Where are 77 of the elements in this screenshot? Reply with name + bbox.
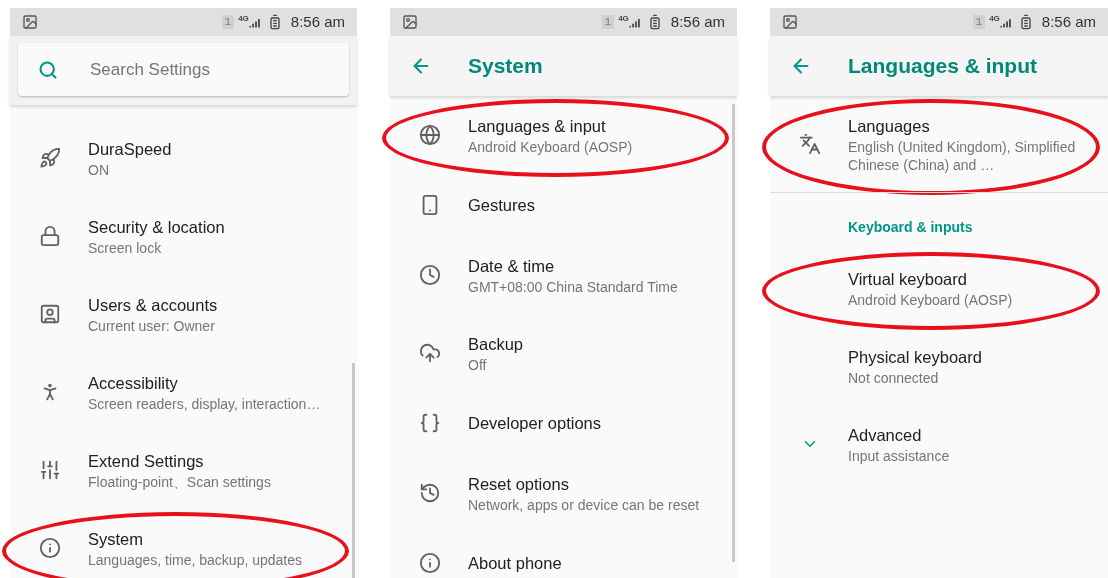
sim-indicator: 1: [601, 15, 615, 29]
status-time: 8:56 am: [1041, 11, 1096, 32]
user-card-icon: [39, 303, 61, 325]
status-time: 8:56 am: [670, 11, 725, 32]
image-icon: [782, 14, 798, 30]
item-summary: Android Keyboard (AOSP): [468, 137, 633, 156]
item-title: Developer options: [468, 413, 601, 434]
image-icon: [402, 14, 418, 30]
item-summary: Not connected: [848, 368, 940, 387]
settings-item[interactable]: About phone: [390, 532, 737, 578]
item-summary: English (United Kingdom), Simplified Chinese (China) and …: [848, 137, 1077, 174]
info-icon: [39, 537, 61, 559]
settings-item[interactable]: Developer options: [390, 392, 737, 454]
item-title: Languages: [848, 115, 931, 137]
settings-item[interactable]: Accessibility Screen readers, display, interaction…: [10, 353, 357, 431]
item-title: Physical keyboard: [848, 346, 982, 368]
translate-icon: [799, 133, 821, 155]
item-summary: Current user: Owner: [88, 316, 216, 335]
sim-indicator: 1: [972, 15, 986, 29]
settings-item[interactable]: Security & location Screen lock: [10, 197, 357, 275]
item-title: Backup: [468, 333, 524, 355]
status-time: 8:56 am: [290, 11, 345, 32]
globe-icon: [419, 124, 441, 146]
settings-item[interactable]: Backup Off: [390, 314, 737, 392]
item-summary: Screen lock: [88, 238, 163, 257]
settings-item[interactable]: Reset options Network, apps or device can be reset: [390, 454, 737, 532]
settings-item[interactable]: Languages & input Android Keyboard (AOSP): [390, 96, 737, 174]
screen-title: Languages & input: [848, 53, 1037, 80]
search-field[interactable]: Search Settings: [18, 43, 349, 96]
sim-indicator: 1: [221, 15, 235, 29]
item-summary: GMT+08:00 China Standard Time: [468, 277, 678, 296]
item-title: Extend Settings: [88, 450, 205, 472]
settings-item[interactable]: Extend Settings Floating-point、Scan settings: [10, 431, 357, 509]
cloud-upload-icon: [419, 342, 441, 364]
screen-title: System: [468, 53, 543, 80]
category-header: Keyboard & inputs: [848, 219, 973, 235]
item-title: About phone: [468, 553, 562, 574]
settings-item[interactable]: Physical keyboard Not connected: [770, 327, 1108, 405]
network-type: 4G: [618, 13, 629, 25]
item-title: Security & location: [88, 216, 225, 238]
item-summary: ON: [88, 160, 110, 179]
history-icon: [419, 482, 441, 504]
image-icon: [22, 14, 38, 30]
item-summary: Screen readers, display, interaction…: [88, 394, 321, 413]
rocket-icon: [39, 147, 61, 169]
settings-item[interactable]: Users & accounts Current user: Owner: [10, 275, 357, 353]
braces-icon: [419, 412, 441, 434]
settings-item[interactable]: Languages English (United Kingdom), Simplified Chinese (China) and …: [770, 96, 1108, 192]
item-summary: Network, apps or device can be reset: [468, 495, 700, 514]
item-summary: Languages, time, backup, updates: [88, 550, 303, 569]
item-summary: Floating-point、Scan settings: [88, 472, 271, 491]
settings-item[interactable]: Date & time GMT+08:00 China Standard Time: [390, 236, 737, 314]
sliders-icon: [39, 459, 61, 481]
item-summary: Input assistance: [848, 446, 950, 465]
item-title: Virtual keyboard: [848, 268, 968, 290]
item-title: Users & accounts: [88, 294, 218, 316]
item-summary: Off: [468, 355, 488, 374]
item-title: DuraSpeed: [88, 138, 172, 160]
clock-icon: [419, 264, 441, 286]
item-title: Languages & input: [468, 115, 607, 137]
info-icon: [419, 552, 441, 574]
settings-item[interactable]: Advanced Input assistance: [770, 405, 1108, 483]
item-title: Reset options: [468, 473, 570, 495]
settings-item[interactable]: System Languages, time, backup, updates: [10, 509, 357, 578]
item-summary: Android Keyboard (AOSP): [848, 290, 1013, 309]
settings-item[interactable]: DuraSpeed ON: [10, 119, 357, 197]
lock-icon: [39, 225, 61, 247]
network-type: 4G: [989, 13, 1000, 25]
item-title: Accessibility: [88, 372, 179, 394]
settings-item[interactable]: Virtual keyboard Android Keyboard (AOSP): [770, 249, 1108, 327]
item-title: Date & time: [468, 255, 556, 277]
item-title: Gestures: [468, 195, 535, 216]
item-title: Advanced: [848, 424, 923, 446]
settings-item[interactable]: Gestures: [390, 174, 737, 236]
search-icon: [38, 59, 58, 80]
item-title: System: [88, 528, 144, 550]
network-type: 4G: [238, 13, 249, 25]
